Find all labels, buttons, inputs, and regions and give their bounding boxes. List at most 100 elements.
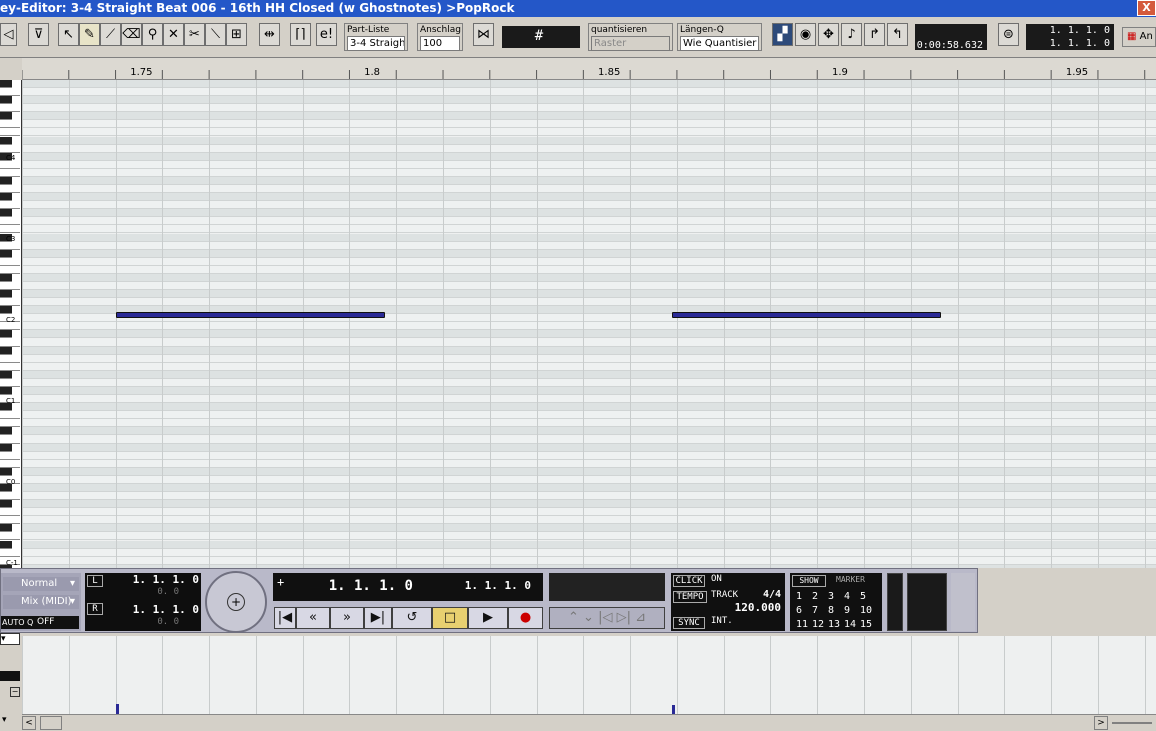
piano-key[interactable]: [0, 354, 20, 363]
master-fader[interactable]: [951, 573, 975, 631]
piano-key[interactable]: [0, 524, 12, 533]
minus-icon[interactable]: −: [10, 687, 20, 697]
marker-button[interactable]: 8: [828, 605, 834, 616]
speaker-icon[interactable]: ◁: [0, 23, 17, 46]
piano-key[interactable]: [0, 209, 12, 218]
marker-button[interactable]: 9: [844, 605, 850, 616]
piano-key[interactable]: [0, 378, 20, 387]
snap-display[interactable]: #: [502, 26, 580, 48]
marker-button[interactable]: 12: [812, 619, 824, 630]
piano-key[interactable]: [0, 144, 20, 153]
piano-key[interactable]: [0, 201, 20, 210]
record-icon[interactable]: ●: [508, 607, 543, 629]
velocity-bar[interactable]: [672, 705, 676, 714]
record-pitch-icon[interactable]: ♪: [841, 23, 862, 46]
piano-key[interactable]: [0, 128, 20, 137]
piano-key[interactable]: [0, 298, 20, 307]
velocity-field[interactable]: Anschlag 100: [417, 23, 463, 51]
stop-icon[interactable]: □: [432, 607, 468, 629]
right-locator-icon[interactable]: R: [87, 603, 103, 615]
piano-key[interactable]: [0, 225, 20, 234]
piano-key[interactable]: [0, 249, 12, 258]
marker-button[interactable]: 4: [844, 591, 850, 602]
piano-key[interactable]: [0, 88, 20, 97]
marker-button[interactable]: 2: [812, 591, 818, 602]
loop-icon[interactable]: ⊜: [998, 23, 1019, 46]
piano-key[interactable]: [0, 387, 12, 396]
piano-key[interactable]: [0, 500, 12, 509]
record-noteon-icon[interactable]: ↱: [864, 23, 885, 46]
scroll-right-icon[interactable]: >: [1094, 716, 1108, 730]
piano-key[interactable]: [0, 362, 20, 371]
show-label[interactable]: SHOW: [792, 575, 826, 587]
close-button[interactable]: X: [1137, 0, 1156, 16]
velocity-lane[interactable]: [22, 636, 1156, 714]
show-part-borders-icon[interactable]: ⌈⌉: [290, 23, 311, 46]
piano-key[interactable]: [0, 443, 12, 452]
left-locator-value[interactable]: 1. 1. 1. 0: [125, 573, 199, 586]
go-to-start-icon[interactable]: |◀: [274, 607, 296, 629]
piano-key[interactable]: [0, 451, 20, 460]
piano-key[interactable]: [0, 96, 12, 105]
position-secondary[interactable]: 1. 1. 1. 0: [443, 579, 531, 592]
zoom-tool-icon[interactable]: ⚲: [142, 23, 163, 46]
piano-key[interactable]: [0, 508, 20, 517]
record-noteoff-icon[interactable]: ↰: [887, 23, 908, 46]
sync-label[interactable]: SYNC: [673, 617, 705, 629]
position-main[interactable]: 1. 1. 1. 0: [309, 578, 413, 594]
jog-shuttle-wheel[interactable]: +: [205, 571, 267, 633]
piano-key[interactable]: [0, 282, 20, 290]
info-line-icon[interactable]: ⊽: [28, 23, 49, 46]
piano-key[interactable]: [0, 548, 20, 557]
piano-key[interactable]: [0, 185, 20, 194]
tempo-label[interactable]: TEMPO: [673, 591, 707, 603]
scroll-thumb[interactable]: [40, 716, 62, 730]
piano-key[interactable]: [0, 516, 20, 525]
piano-key[interactable]: [0, 370, 12, 379]
piano-key[interactable]: [0, 193, 12, 202]
tempo-value[interactable]: 120.000: [731, 601, 781, 614]
line-tool-icon[interactable]: ⟋: [100, 23, 121, 46]
piano-key[interactable]: [0, 80, 12, 88]
auto-select-icon[interactable]: ⋈: [473, 23, 494, 46]
marker-button[interactable]: 5: [860, 591, 866, 602]
right-locator-value[interactable]: 1. 1. 1. 0: [125, 603, 199, 616]
time-signature[interactable]: 4/4: [763, 589, 781, 600]
pencil-tool-icon[interactable]: ✎: [79, 23, 100, 46]
eraser-tool-icon[interactable]: ⌫: [121, 23, 142, 46]
horizontal-scrollbar[interactable]: < >: [22, 714, 1156, 731]
record-mode-normal[interactable]: Normal ▾: [3, 577, 79, 591]
record-mode-mix[interactable]: Mix (MIDI) ▾: [3, 595, 79, 609]
piano-key[interactable]: [0, 435, 20, 444]
marker-button[interactable]: 6: [796, 605, 802, 616]
piano-key[interactable]: [0, 427, 12, 436]
auto-q-value[interactable]: OFF: [35, 616, 79, 629]
piano-key[interactable]: [0, 411, 20, 420]
marker-button[interactable]: 1: [796, 591, 802, 602]
move-insert-icon[interactable]: ✥: [818, 23, 839, 46]
piano-key[interactable]: [0, 532, 20, 541]
piano-key[interactable]: [0, 540, 12, 549]
quantize-dropdown[interactable]: quantisieren Raster: [588, 23, 673, 51]
midi-note[interactable]: [115, 312, 385, 318]
solo-editor-icon[interactable]: ⇹: [259, 23, 280, 46]
play-icon[interactable]: ▶: [468, 607, 508, 629]
piano-key[interactable]: [0, 176, 12, 185]
piano-key[interactable]: [0, 346, 12, 355]
piano-key[interactable]: [0, 136, 12, 145]
marker-button[interactable]: 10: [860, 605, 872, 616]
zoom-slider[interactable]: [1112, 722, 1152, 724]
left-locator-icon[interactable]: L: [87, 575, 103, 587]
part-list-dropdown[interactable]: Part-Liste 3-4 Straigh: [344, 23, 408, 51]
piano-key[interactable]: [0, 338, 20, 347]
glue-tool-icon[interactable]: ⟍: [205, 23, 226, 46]
marker-button[interactable]: 11: [796, 619, 808, 630]
piano-key[interactable]: [0, 112, 12, 121]
cycle-icon[interactable]: ↺: [392, 607, 432, 629]
piano-keyboard[interactable]: C4 C3 C2 C1 C0 C-1: [0, 80, 22, 568]
click-label[interactable]: CLICK: [673, 575, 705, 587]
piano-key[interactable]: [0, 265, 20, 274]
drumstick-tool-icon[interactable]: ⊞: [226, 23, 247, 46]
marker-button[interactable]: 7: [812, 605, 818, 616]
step-input-icon[interactable]: ▞: [772, 23, 793, 46]
